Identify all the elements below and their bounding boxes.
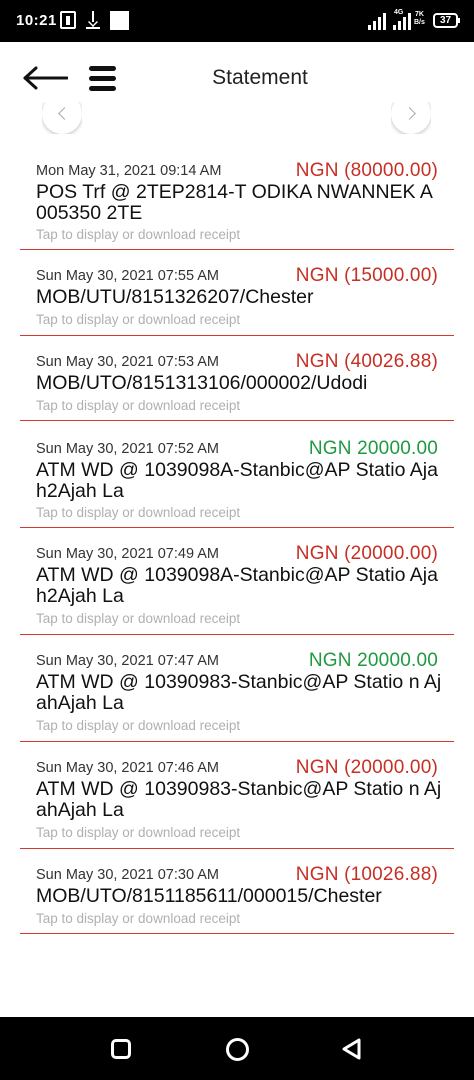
transaction-date: Sun May 30, 2021 07:46 AM <box>36 760 219 776</box>
notification-square-icon <box>110 11 129 30</box>
battery-tip <box>458 18 460 23</box>
transaction-amount: NGN (20000.00) <box>295 757 438 778</box>
download-icon <box>86 11 100 29</box>
transaction-description: ATM WD @ 10390983-Stanbic@AP Statio n Aj… <box>36 671 442 714</box>
transaction-date: Sun May 30, 2021 07:49 AM <box>36 546 219 562</box>
receipt-hint: Tap to display or download receipt <box>36 825 241 840</box>
receipt-hint: Tap to display or download receipt <box>36 911 241 926</box>
transaction-date: Sun May 30, 2021 07:53 AM <box>36 354 219 370</box>
transaction-date: Sun May 30, 2021 07:30 AM <box>36 867 219 883</box>
previous-arrow-button[interactable] <box>42 102 82 134</box>
home-circle-icon[interactable] <box>226 1038 249 1061</box>
system-navigation-bar <box>0 1017 474 1080</box>
transaction-amount: NGN (10026.88) <box>295 864 438 885</box>
next-arrow-button[interactable] <box>391 102 431 134</box>
transaction-description: ATM WD @ 10390983-Stanbic@AP Statio n Aj… <box>36 778 442 821</box>
transaction-description: ATM WD @ 1039098A-Stanbic@AP Statio Ajah… <box>36 564 438 607</box>
transaction-item[interactable]: Sun May 30, 2021 07:47 AM NGN 20000.00 A… <box>20 635 454 742</box>
transaction-item[interactable]: Sun May 30, 2021 07:49 AM NGN (20000.00)… <box>20 528 454 635</box>
transaction-amount: NGN 20000.00 <box>308 650 438 671</box>
status-bar: 10:21 4G 7K B/s 37 <box>0 0 474 42</box>
transaction-description: MOB/UTO/8151313106/000002/Udodi <box>36 372 368 394</box>
status-time: 10:21 <box>16 12 57 29</box>
back-triangle-icon[interactable] <box>340 1037 364 1061</box>
payment-icon <box>60 11 76 29</box>
transaction-description: ATM WD @ 1039098A-Stanbic@AP Statio Ajah… <box>36 459 438 502</box>
page-title: Statement <box>212 66 308 89</box>
transaction-date: Mon May 31, 2021 09:14 AM <box>36 163 222 179</box>
transaction-item[interactable]: Mon May 31, 2021 09:14 AM NGN (80000.00)… <box>20 150 454 250</box>
signal-icon <box>368 10 390 30</box>
receipt-hint: Tap to display or download receipt <box>36 611 241 626</box>
receipt-hint: Tap to display or download receipt <box>36 398 241 413</box>
transaction-date: Sun May 30, 2021 07:47 AM <box>36 653 219 669</box>
network-speed: 7K B/s <box>414 11 425 27</box>
receipt-hint: Tap to display or download receipt <box>36 227 241 242</box>
speed-unit: B/s <box>414 19 425 26</box>
back-triangle-shape <box>342 1038 361 1060</box>
recents-square-icon[interactable] <box>111 1039 131 1059</box>
receipt-hint: Tap to display or download receipt <box>36 718 241 733</box>
transaction-item[interactable]: Sun May 30, 2021 07:46 AM NGN (20000.00)… <box>20 742 454 849</box>
transaction-amount: NGN (40026.88) <box>295 351 438 372</box>
transaction-amount: NGN 20000.00 <box>308 438 438 459</box>
transaction-amount: NGN (15000.00) <box>295 265 438 286</box>
transaction-amount: NGN (80000.00) <box>295 160 438 181</box>
receipt-hint: Tap to display or download receipt <box>36 505 241 520</box>
signal-icon <box>393 10 411 30</box>
transaction-description: MOB/UTU/8151326207/Chester <box>36 286 314 308</box>
transaction-item[interactable]: Sun May 30, 2021 07:55 AM NGN (15000.00)… <box>20 250 454 336</box>
receipt-hint: Tap to display or download receipt <box>36 312 241 327</box>
transaction-item[interactable]: Sun May 30, 2021 07:53 AM NGN (40026.88)… <box>20 336 454 421</box>
transaction-date: Sun May 30, 2021 07:52 AM <box>36 441 219 457</box>
battery-icon: 37 <box>433 13 458 28</box>
transaction-amount: NGN (20000.00) <box>295 543 438 564</box>
transaction-date: Sun May 30, 2021 07:55 AM <box>36 268 219 284</box>
transaction-item[interactable]: Sun May 30, 2021 07:30 AM NGN (10026.88)… <box>20 849 454 934</box>
transaction-description: MOB/UTO/8151185611/000015/Chester <box>36 885 382 907</box>
transaction-description: POS Trf @ 2TEP2814-T ODIKA NWANNEK A 005… <box>36 181 432 224</box>
transaction-item[interactable]: Sun May 30, 2021 07:52 AM NGN 20000.00 A… <box>20 421 454 528</box>
speed-value: 7K <box>414 11 424 18</box>
